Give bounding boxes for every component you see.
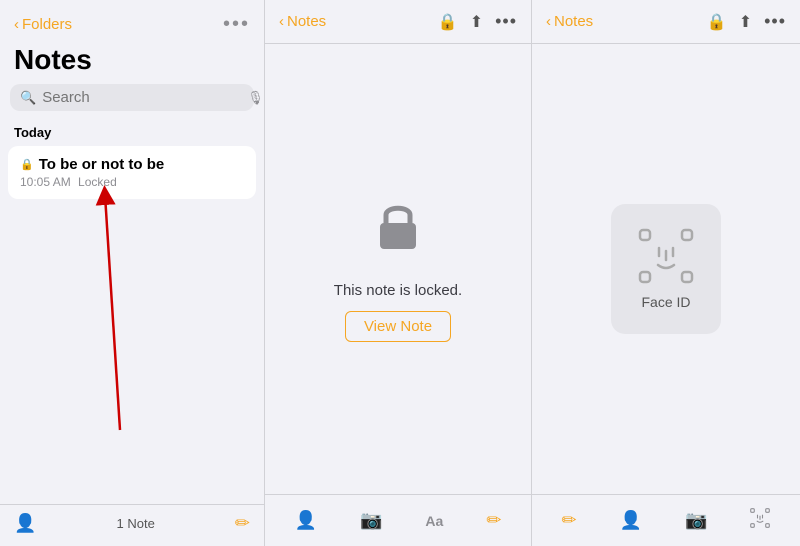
right-bottom-bar: ✏ 👤 📷 [532, 494, 800, 546]
note-item-title: 🔒 To be or not to be [20, 156, 244, 173]
note-count: 1 Note [36, 516, 234, 531]
camera-icon-right[interactable]: 📷 [685, 510, 707, 531]
middle-bottom-bar: 👤 📷 Aa ✏ [265, 494, 531, 546]
compose-icon-mid[interactable]: ✏ [486, 510, 501, 531]
left-bottom-bar: 👤 1 Note ✏ [0, 504, 264, 546]
view-note-button[interactable]: View Note [345, 311, 451, 342]
right-content: Face ID [532, 44, 800, 494]
face-id-label: Face ID [641, 294, 690, 310]
middle-panel: ‹ Notes 🔒 ⬆ ••• This note is locked. Vie… [265, 0, 532, 546]
person-icon-left[interactable]: 👤 [14, 513, 36, 534]
note-list: 🔒 To be or not to be 10:05 AM Locked [0, 146, 264, 199]
person-icon-mid[interactable]: 👤 [295, 510, 317, 531]
lock-icon-right[interactable]: 🔒 [707, 12, 727, 32]
face-id-icon [638, 228, 694, 284]
middle-top-icons: 🔒 ⬆ ••• [438, 11, 517, 32]
note-item[interactable]: 🔒 To be or not to be 10:05 AM Locked [8, 146, 256, 199]
camera-icon-mid[interactable]: 📷 [360, 510, 382, 531]
search-input[interactable] [42, 89, 241, 106]
share-icon-right[interactable]: ⬆ [739, 12, 752, 32]
ellipsis-icon-right[interactable]: ••• [764, 11, 786, 32]
search-icon: 🔍 [20, 90, 36, 106]
chevron-left-icon: ‹ [14, 16, 19, 33]
lock-icon-mid[interactable]: 🔒 [438, 12, 458, 32]
compose-icon-right[interactable]: ✏ [562, 510, 577, 531]
middle-back-label: Notes [287, 13, 326, 30]
note-locked-text: Locked [78, 175, 117, 189]
middle-content: This note is locked. View Note [265, 44, 531, 494]
left-top-bar: ‹ Folders ••• [0, 0, 264, 44]
locked-message: This note is locked. [334, 282, 462, 299]
face-id-box[interactable]: Face ID [611, 204, 721, 334]
right-top-bar: ‹ Notes 🔒 ⬆ ••• [532, 0, 800, 44]
middle-top-bar: ‹ Notes 🔒 ⬆ ••• [265, 0, 531, 44]
chevron-left-icon-right: ‹ [546, 13, 551, 30]
today-section-label: Today [0, 121, 264, 146]
mic-icon: 🎙 [247, 90, 264, 106]
folders-label: Folders [22, 16, 72, 33]
folders-button[interactable]: ‹ Folders [14, 16, 72, 33]
left-panel: ‹ Folders ••• Notes 🔍 🎙 Today 🔒 To be or… [0, 0, 265, 546]
share-icon-mid[interactable]: ⬆ [470, 12, 483, 32]
note-time: 10:05 AM [20, 175, 71, 189]
right-panel: ‹ Notes 🔒 ⬆ ••• Face [532, 0, 800, 546]
search-bar: 🔍 🎙 [10, 84, 254, 111]
notes-main-title: Notes [0, 44, 264, 84]
right-back-button[interactable]: ‹ Notes [546, 13, 593, 30]
chevron-left-icon-mid: ‹ [279, 13, 284, 30]
ellipsis-icon-mid[interactable]: ••• [495, 11, 517, 32]
person-icon-right[interactable]: 👤 [620, 510, 642, 531]
text-icon-mid[interactable]: Aa [425, 513, 443, 529]
compose-icon-left[interactable]: ✏ [235, 513, 250, 534]
ellipsis-icon[interactable]: ••• [223, 13, 250, 36]
right-top-icons: 🔒 ⬆ ••• [707, 11, 786, 32]
note-item-meta: 10:05 AM Locked [20, 175, 244, 189]
middle-back-button[interactable]: ‹ Notes [279, 13, 326, 30]
right-back-label: Notes [554, 13, 593, 30]
lock-large-icon [372, 197, 424, 270]
face-id-icon-toolbar[interactable] [750, 508, 770, 533]
lock-icon-small: 🔒 [20, 158, 34, 171]
